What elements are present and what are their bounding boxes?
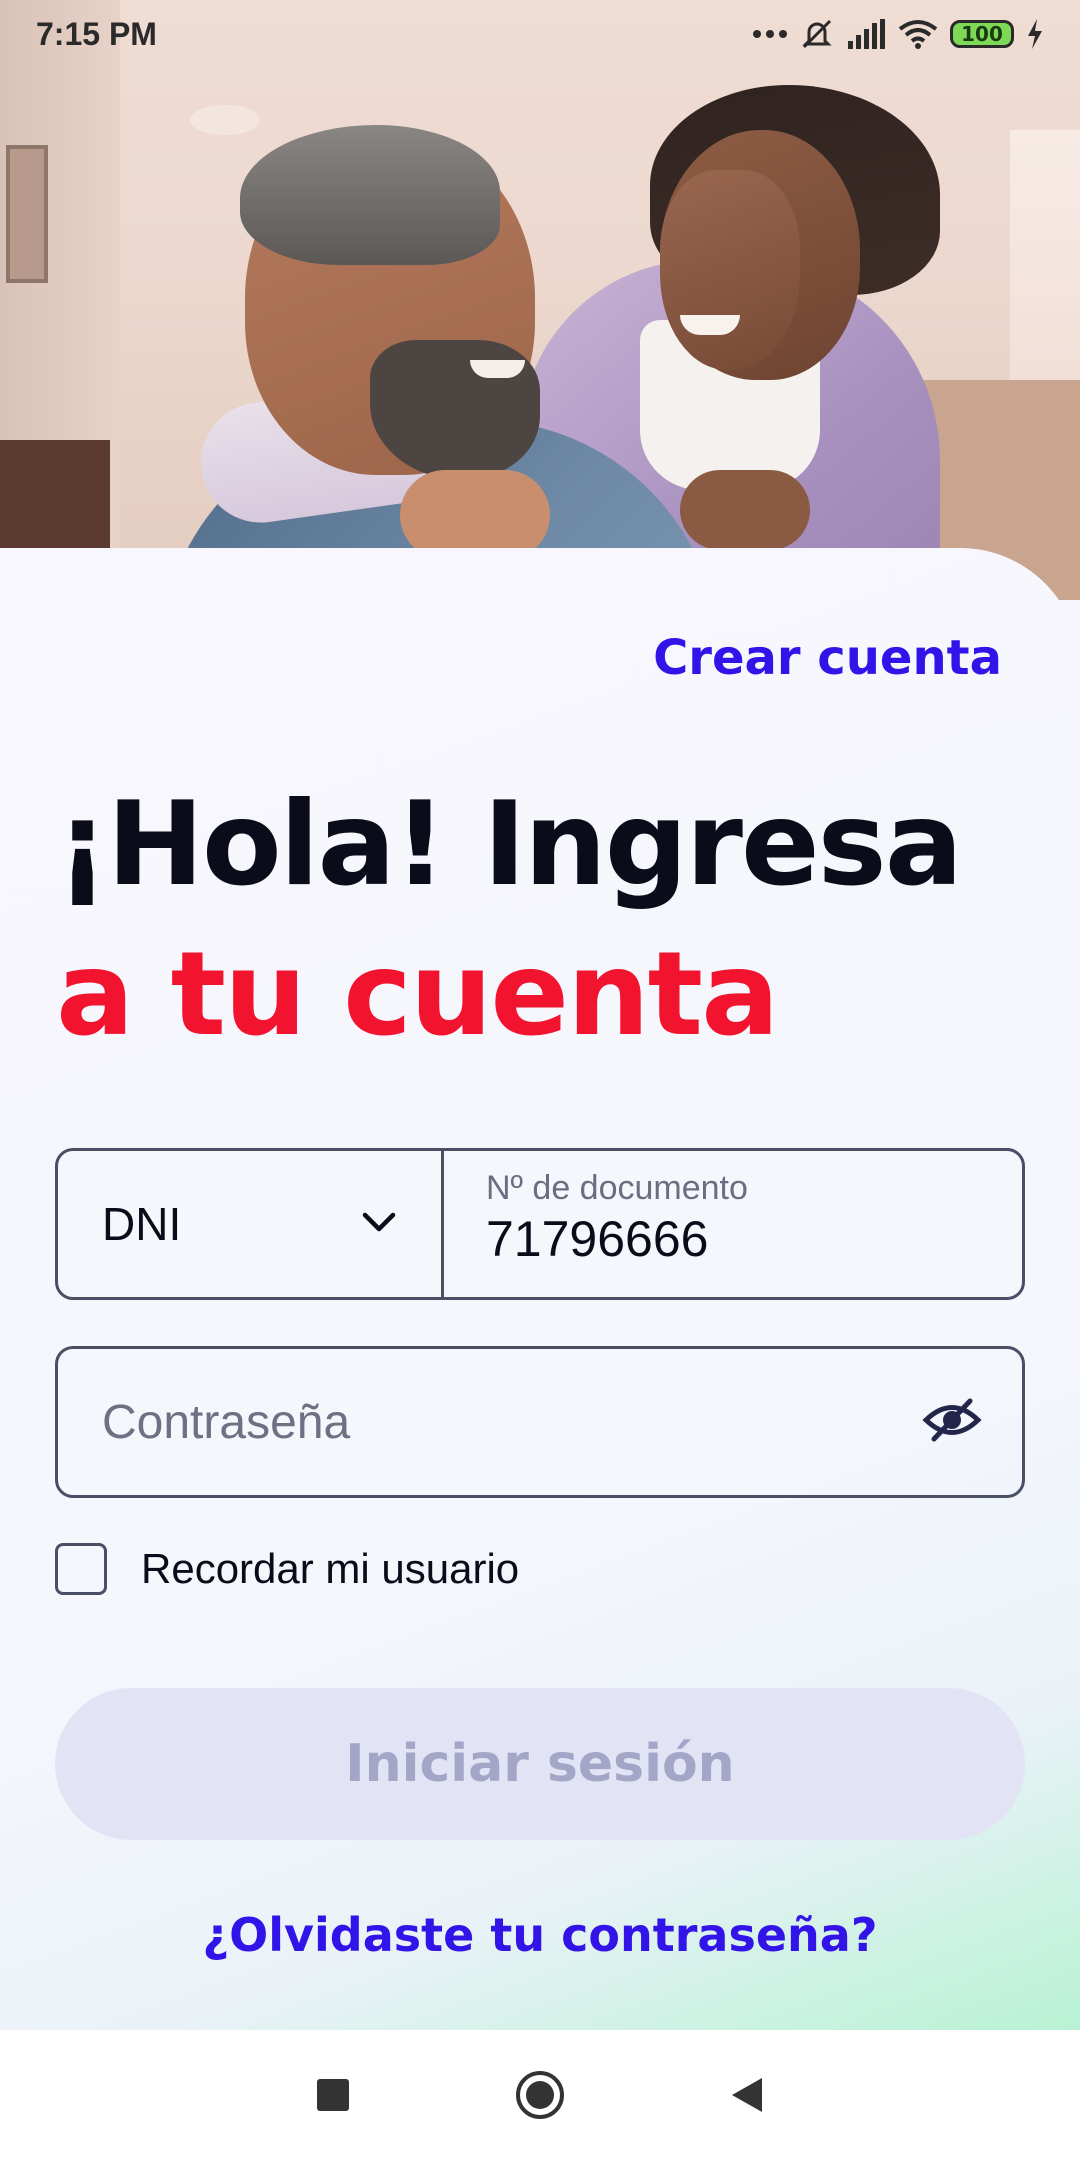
login-screen: 7:15 PM 100 Crear cuenta ¡Hola! Ingresa [0, 0, 1080, 2160]
remember-user-label: Recordar mi usuario [141, 1545, 520, 1592]
system-nav-bar [0, 2030, 1080, 2160]
chevron-down-icon [361, 1210, 397, 1238]
status-icons: 100 [752, 17, 1044, 51]
recents-square-icon[interactable] [293, 2055, 373, 2135]
remember-user-checkbox[interactable] [55, 1543, 107, 1595]
charging-icon [1026, 19, 1044, 49]
login-button[interactable]: Iniciar sesión [55, 1688, 1025, 1840]
bell-muted-icon [800, 17, 834, 51]
status-time: 7:15 PM [36, 15, 157, 52]
home-circle-icon[interactable] [500, 2055, 580, 2135]
more-dots-icon [752, 29, 788, 39]
remember-user-row[interactable]: Recordar mi usuario [55, 1543, 519, 1595]
password-placeholder: Contraseña [102, 1395, 351, 1449]
page-title: ¡Hola! Ingresa a tu cuenta [56, 770, 963, 1070]
document-type-select[interactable]: DNI [58, 1151, 444, 1297]
wifi-icon [898, 19, 938, 49]
document-row: DNI Nº de documento 71796666 [55, 1148, 1025, 1300]
password-field[interactable]: Contraseña [55, 1346, 1025, 1498]
eye-off-icon[interactable] [922, 1397, 982, 1447]
back-triangle-icon[interactable] [707, 2055, 787, 2135]
document-number-field[interactable]: Nº de documento 71796666 [444, 1151, 1022, 1297]
forgot-password-link[interactable]: ¿Olvidaste tu contraseña? [0, 1908, 1080, 1962]
title-line-2: a tu cuenta [56, 927, 779, 1062]
document-type-value: DNI [102, 1198, 182, 1250]
login-card: Crear cuenta ¡Hola! Ingresa a tu cuenta … [0, 548, 1080, 2030]
title-line-1: ¡Hola! Ingresa [56, 777, 963, 912]
document-number-label: Nº de documento [486, 1169, 748, 1207]
hero-photo [0, 0, 1080, 600]
signal-icon [846, 19, 886, 49]
document-number-value: 71796666 [486, 1211, 709, 1267]
status-bar: 7:15 PM 100 [0, 0, 1080, 68]
create-account-link[interactable]: Crear cuenta [653, 630, 1002, 686]
battery-icon: 100 [950, 20, 1014, 48]
